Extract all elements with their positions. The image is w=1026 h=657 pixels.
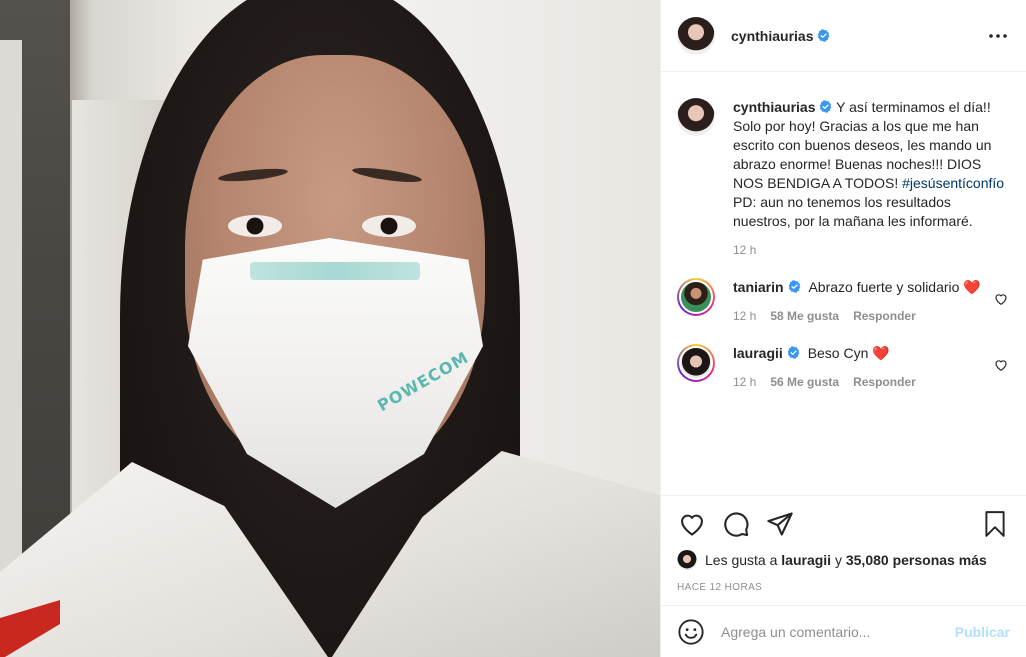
reply-button[interactable]: Responder	[853, 307, 916, 326]
bookmark-icon	[985, 511, 1005, 537]
comment-input[interactable]	[721, 623, 955, 640]
commenter-avatar[interactable]	[677, 278, 715, 316]
post-photo[interactable]: POWECOM	[0, 0, 660, 657]
heart-icon	[681, 514, 703, 536]
commenter-avatar-image	[679, 346, 713, 380]
comment-text-block: lauragii Beso Cyn ❤️	[733, 344, 982, 363]
verified-badge-icon	[820, 100, 832, 113]
share-button[interactable]	[765, 509, 795, 539]
comment-body: taniarin Abrazo fuerte y solidario ❤️ 12…	[733, 278, 1010, 326]
liker-avatar[interactable]	[677, 550, 697, 570]
photo-eye-right	[362, 215, 416, 237]
likes-prefix: Les gusta a	[705, 552, 782, 568]
comment-text: Abrazo fuerte y solidario	[808, 279, 960, 295]
comment-like-heart-icon[interactable]	[994, 292, 1008, 306]
post-side-panel: cynthiaurias cynthiaurias Y así terminam…	[660, 0, 1026, 657]
post-actions: Les gusta a lauragii y 35,080 personas m…	[661, 495, 1026, 593]
comment-text-block: taniarin Abrazo fuerte y solidario ❤️	[733, 278, 982, 297]
post-timestamp[interactable]: HACE 12 HORAS	[677, 582, 1010, 593]
photo-mask-band	[250, 262, 420, 280]
post-header: cynthiaurias	[661, 0, 1026, 72]
comment-item: lauragii Beso Cyn ❤️ 12 h 56 Me gusta Re…	[677, 344, 1010, 392]
caption-text-after: PD: aun no tenemos los resultados nuestr…	[733, 194, 973, 229]
owner-username[interactable]: cynthiaurias	[731, 28, 813, 44]
likes-summary: Les gusta a lauragii y 35,080 personas m…	[677, 550, 1010, 570]
more-options-button[interactable]	[986, 24, 1010, 48]
commenter-avatar-image	[679, 280, 713, 314]
liker-username[interactable]: lauragii	[781, 552, 831, 568]
comment-body: lauragii Beso Cyn ❤️ 12 h 56 Me gusta Re…	[733, 344, 1010, 392]
comment-meta: 12 h 56 Me gusta Responder	[733, 373, 982, 392]
comment-likes[interactable]: 58 Me gusta	[770, 307, 839, 326]
likes-count[interactable]: 35,080 personas más	[846, 552, 987, 568]
caption-text-block: cynthiaurias Y así terminamos el día!! S…	[733, 98, 1010, 231]
photo-eye-left	[228, 215, 282, 237]
owner-avatar[interactable]	[677, 16, 715, 55]
like-button[interactable]	[677, 509, 707, 539]
more-options-icon	[989, 33, 1007, 38]
comment-username[interactable]: lauragii	[733, 345, 783, 361]
comment-button[interactable]	[721, 509, 751, 539]
owner-name-block: cynthiaurias	[731, 28, 830, 44]
commenter-avatar[interactable]	[677, 344, 715, 382]
caption-time[interactable]: 12 h	[733, 241, 756, 260]
comment-bubble-icon	[724, 512, 749, 537]
heart-emoji-icon: ❤️	[963, 279, 981, 295]
comment-text: Beso Cyn	[807, 345, 869, 361]
caption-username[interactable]: cynthiaurias	[733, 99, 815, 115]
caption: cynthiaurias Y así terminamos el día!! S…	[677, 98, 1010, 260]
comment-time[interactable]: 12 h	[733, 373, 756, 392]
caption-meta: 12 h	[733, 241, 1010, 260]
comment-username[interactable]: taniarin	[733, 279, 784, 295]
comment-like-heart-icon[interactable]	[994, 358, 1008, 372]
comments-list: cynthiaurias Y así terminamos el día!! S…	[661, 72, 1026, 495]
comment-time[interactable]: 12 h	[733, 307, 756, 326]
verified-badge-icon	[818, 29, 830, 42]
comment-likes[interactable]: 56 Me gusta	[770, 373, 839, 392]
verified-badge-icon	[788, 280, 800, 293]
add-comment-bar: Publicar	[661, 605, 1026, 657]
caption-avatar[interactable]	[677, 98, 715, 136]
comment-meta: 12 h 58 Me gusta Responder	[733, 307, 982, 326]
likes-text: Les gusta a lauragii y 35,080 personas m…	[705, 552, 987, 568]
heart-emoji-icon: ❤️	[872, 345, 890, 361]
emoji-icon[interactable]	[677, 618, 705, 646]
verified-badge-icon	[787, 346, 800, 359]
likes-middle: y	[831, 552, 846, 568]
caption-body: cynthiaurias Y así terminamos el día!! S…	[733, 98, 1010, 260]
reply-button[interactable]: Responder	[853, 373, 916, 392]
comment-item: taniarin Abrazo fuerte y solidario ❤️ 12…	[677, 278, 1010, 326]
instagram-post: POWECOM cynthiaurias cynthiaurias Y así …	[0, 0, 1026, 657]
caption-hashtag[interactable]: #jesúsentíconfío	[902, 175, 1004, 191]
publish-button[interactable]: Publicar	[955, 624, 1010, 640]
save-button[interactable]	[980, 509, 1010, 539]
paper-plane-icon	[767, 512, 793, 536]
action-icons-row	[677, 506, 1010, 542]
